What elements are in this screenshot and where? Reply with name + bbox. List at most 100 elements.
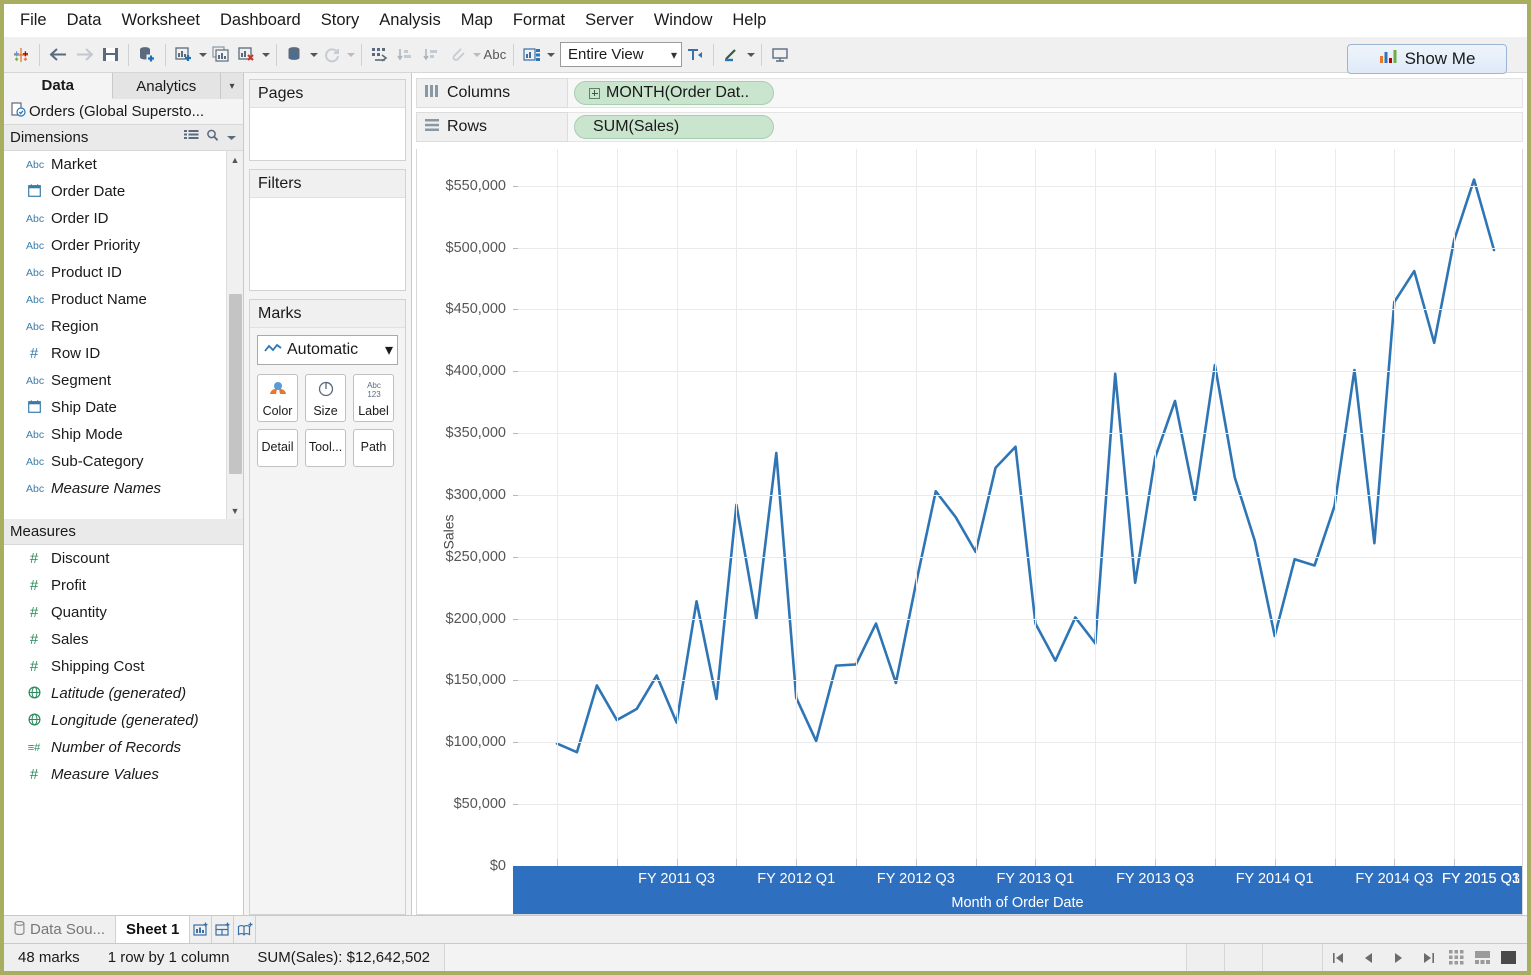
scroll-up-icon[interactable]: ▲ <box>227 151 244 168</box>
show-mark-labels-icon[interactable]: Abc <box>482 42 508 68</box>
field-market[interactable]: AbcMarket <box>4 151 243 178</box>
tab-analytics[interactable]: Analytics <box>113 73 222 99</box>
presentation-mode-icon[interactable] <box>767 42 793 68</box>
menu-help[interactable]: Help <box>722 9 776 32</box>
marks-detail-button[interactable]: Detail <box>257 429 298 467</box>
dimensions-scrollbar[interactable]: ▲ ▼ <box>226 151 243 519</box>
show-me-button[interactable]: Show Me <box>1347 44 1507 74</box>
dimensions-list[interactable]: AbcMarketOrder DateAbcOrder IDAbcOrder P… <box>4 151 243 519</box>
field-number-of-records[interactable]: ≡#Number of Records <box>4 734 243 761</box>
field-ship-mode[interactable]: AbcShip Mode <box>4 421 243 448</box>
field-ship-date[interactable]: Ship Date <box>4 394 243 421</box>
duplicate-sheet-icon[interactable] <box>208 42 234 68</box>
menu-file[interactable]: File <box>10 9 57 32</box>
tab-data-source[interactable]: Data Sou... <box>4 916 116 943</box>
new-dashboard-icon[interactable] <box>212 916 234 943</box>
field-measure-values[interactable]: #Measure Values <box>4 761 243 788</box>
field-measure-names[interactable]: AbcMeasure Names <box>4 475 243 502</box>
highlight-icon[interactable] <box>445 42 471 68</box>
pill-sum-sales[interactable]: SUM(Sales) <box>574 115 774 139</box>
field-order-date[interactable]: Order Date <box>4 178 243 205</box>
forward-icon[interactable] <box>71 42 97 68</box>
menu-window[interactable]: Window <box>644 9 723 32</box>
menu-story[interactable]: Story <box>311 9 370 32</box>
new-data-source-icon[interactable] <box>134 42 160 68</box>
grid-view-icon[interactable] <box>1443 944 1469 971</box>
expand-plus-icon[interactable] <box>589 88 600 99</box>
tab-sheet-1[interactable]: Sheet 1 <box>116 916 190 943</box>
pause-dropdown-icon[interactable] <box>345 42 356 68</box>
sales-line[interactable] <box>557 180 1494 753</box>
new-worksheet-icon[interactable] <box>190 916 212 943</box>
next-page-icon[interactable] <box>1383 944 1413 971</box>
new-story-icon[interactable] <box>234 916 256 943</box>
sort-ascending-icon[interactable] <box>393 42 419 68</box>
y-axis[interactable]: Sales $0$50,000$100,000$150,000$200,000$… <box>417 149 513 914</box>
field-order-id[interactable]: AbcOrder ID <box>4 205 243 232</box>
field-sales[interactable]: #Sales <box>4 626 243 653</box>
menu-data[interactable]: Data <box>57 9 112 32</box>
scroll-thumb[interactable] <box>229 294 242 474</box>
clear-sheet-icon[interactable] <box>234 42 260 68</box>
field-product-name[interactable]: AbcProduct Name <box>4 286 243 313</box>
group-by-folder-icon[interactable] <box>184 129 199 146</box>
menu-worksheet[interactable]: Worksheet <box>111 9 210 32</box>
dimensions-menu-icon[interactable] <box>226 129 237 146</box>
new-worksheet-icon[interactable] <box>171 42 197 68</box>
tableau-logo-icon[interactable] <box>8 42 34 68</box>
field-product-id[interactable]: AbcProduct ID <box>4 259 243 286</box>
mark-type-select[interactable]: Automatic ▾ <box>257 335 398 365</box>
field-segment[interactable]: AbcSegment <box>4 367 243 394</box>
tab-data[interactable]: Data <box>4 73 113 99</box>
field-discount[interactable]: #Discount <box>4 545 243 572</box>
filmstrip-view-icon[interactable] <box>1469 944 1495 971</box>
x-axis[interactable]: Month of Order Date FY 2011 Q3FY 2012 Q1… <box>513 866 1522 914</box>
menu-map[interactable]: Map <box>451 9 503 32</box>
field-sub-category[interactable]: AbcSub-Category <box>4 448 243 475</box>
refresh-data-source-icon[interactable] <box>282 42 308 68</box>
previous-page-icon[interactable] <box>1353 944 1383 971</box>
measures-list[interactable]: #Discount#Profit#Quantity#Sales#Shipping… <box>4 545 243 915</box>
swap-rows-columns-icon[interactable] <box>367 42 393 68</box>
field-region[interactable]: AbcRegion <box>4 313 243 340</box>
highlight-dropdown-icon[interactable] <box>471 42 482 68</box>
field-order-priority[interactable]: AbcOrder Priority <box>4 232 243 259</box>
fit-icon[interactable] <box>519 42 545 68</box>
fit-select[interactable]: Entire View ▾ <box>560 42 682 67</box>
marks-size-button[interactable]: Size <box>305 374 346 422</box>
save-icon[interactable] <box>97 42 123 68</box>
pill-month-order-date[interactable]: MONTH(Order Dat.. <box>574 81 774 105</box>
field-quantity[interactable]: #Quantity <box>4 599 243 626</box>
pane-resize-icon[interactable]: ▾ <box>221 73 243 99</box>
marks-color-button[interactable]: Color <box>257 374 298 422</box>
columns-slot[interactable]: MONTH(Order Dat.. <box>568 78 1523 108</box>
format-dropdown-icon[interactable] <box>745 42 756 68</box>
marks-tooltip-button[interactable]: Tool... <box>305 429 346 467</box>
data-source-item[interactable]: Orders (Global Supersto... <box>4 99 243 125</box>
pause-autoupdate-icon[interactable] <box>319 42 345 68</box>
filters-shelf[interactable] <box>250 198 405 290</box>
clear-sheet-dropdown-icon[interactable] <box>260 42 271 68</box>
field-row-id[interactable]: #Row ID <box>4 340 243 367</box>
menu-server[interactable]: Server <box>575 9 644 32</box>
field-longitude-generated[interactable]: Longitude (generated) <box>4 707 243 734</box>
fit-dropdown-icon[interactable] <box>545 42 556 68</box>
menu-format[interactable]: Format <box>503 9 575 32</box>
fix-axes-icon[interactable] <box>682 42 708 68</box>
field-profit[interactable]: #Profit <box>4 572 243 599</box>
pages-shelf[interactable] <box>250 108 405 160</box>
marks-label-button[interactable]: Abc123 Label <box>353 374 394 422</box>
back-icon[interactable] <box>45 42 71 68</box>
plot-region[interactable] <box>513 149 1522 914</box>
field-shipping-cost[interactable]: #Shipping Cost <box>4 653 243 680</box>
chart-area[interactable]: Sales $0$50,000$100,000$150,000$200,000$… <box>416 149 1523 915</box>
scroll-down-icon[interactable]: ▼ <box>227 502 244 519</box>
first-page-icon[interactable] <box>1323 944 1353 971</box>
marks-path-button[interactable]: Path <box>353 429 394 467</box>
menu-dashboard[interactable]: Dashboard <box>210 9 311 32</box>
search-icon[interactable] <box>206 129 219 146</box>
single-view-icon[interactable] <box>1495 944 1521 971</box>
new-worksheet-dropdown-icon[interactable] <box>197 42 208 68</box>
last-page-icon[interactable] <box>1413 944 1443 971</box>
refresh-dropdown-icon[interactable] <box>308 42 319 68</box>
